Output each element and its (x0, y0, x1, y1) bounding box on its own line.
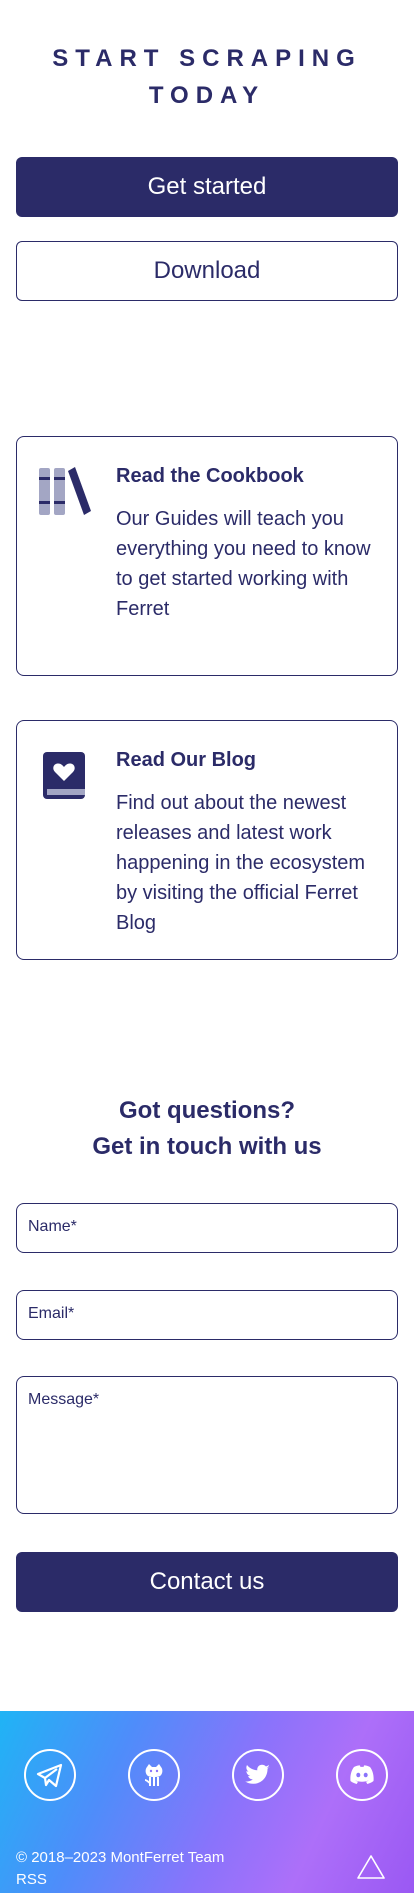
get-started-label: Get started (147, 173, 267, 200)
card-text: Find out about the newest releases and l… (116, 792, 366, 934)
books-icon (37, 465, 91, 519)
rss-link[interactable]: RSS (16, 1871, 47, 1888)
cookbook-card[interactable]: Read the Cookbook Our Guides will teach … (16, 436, 398, 676)
download-button[interactable]: Download (16, 241, 398, 301)
name-field[interactable]: Name* (16, 1203, 398, 1253)
triangle-up-icon[interactable] (356, 1854, 386, 1880)
copyright-text: © 2018–2023 MontFerret Team (16, 1849, 225, 1866)
card-title: Read Our Blog (116, 749, 257, 771)
download-label: Download (153, 257, 261, 284)
discord-icon[interactable] (336, 1749, 388, 1801)
github-icon[interactable] (128, 1749, 180, 1801)
twitter-icon[interactable] (232, 1749, 284, 1801)
contact-title-line-1: Got questions? (119, 1097, 295, 1124)
message-placeholder: Message* (28, 1391, 100, 1408)
email-field[interactable]: Email* (16, 1290, 398, 1340)
card-title: Read the Cookbook (116, 465, 304, 487)
contact-us-label: Contact us (149, 1568, 265, 1595)
get-started-button[interactable]: Get started (16, 157, 398, 217)
page-title: START SCRAPING TODAY (0, 40, 414, 114)
contact-title-line-2: Get in touch with us (92, 1133, 322, 1160)
footer: © 2018–2023 MontFerret Team RSS (0, 1711, 414, 1893)
page-title-line-1: START SCRAPING (52, 45, 362, 72)
contact-us-button[interactable]: Contact us (16, 1552, 398, 1612)
card-text: Our Guides will teach you everything you… (116, 508, 371, 620)
blog-card[interactable]: Read Our Blog Find out about the newest … (16, 720, 398, 960)
telegram-icon[interactable] (24, 1749, 76, 1801)
book-heart-icon (37, 749, 91, 803)
contact-title: Got questions? Get in touch with us (0, 1093, 414, 1165)
name-placeholder: Name* (28, 1218, 77, 1235)
email-placeholder: Email* (28, 1305, 75, 1322)
message-field[interactable]: Message* (16, 1376, 398, 1514)
page-title-line-2: TODAY (148, 82, 266, 109)
